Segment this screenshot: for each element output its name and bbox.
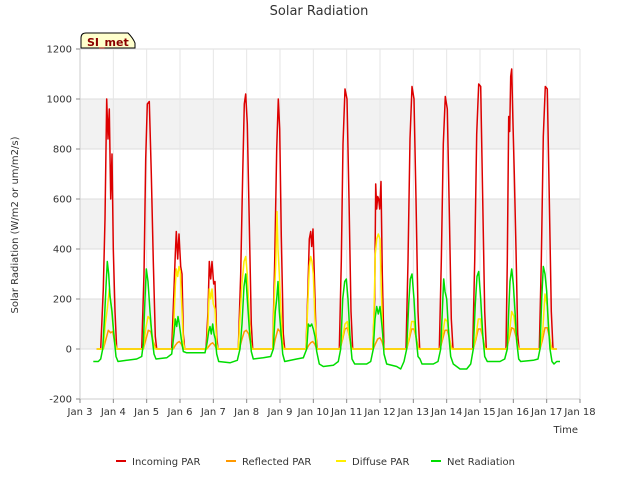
y-tick-label: 200 [53, 295, 72, 306]
y-axis-ticks: -200 0 200 400 600 800 1000 1200 [47, 45, 80, 406]
x-tick-label: Jan 10 [297, 407, 329, 418]
y-tick-label: -200 [49, 395, 72, 406]
legend-label: Net Radiation [447, 457, 515, 468]
x-tick-label: Jan 16 [497, 407, 529, 418]
x-axis-title: Time [553, 425, 578, 436]
y-tick-label: 1200 [47, 45, 72, 56]
chart-title: Solar Radiation [270, 4, 369, 19]
x-axis-ticks: Jan 3 Jan 4 Jan 5 Jan 6 Jan 7 Jan 8 Jan 9 Jan 1… [67, 399, 596, 418]
solar-radiation-chart: Solar Radiation Jan 3 Jan 4 Jan 5 Jan 6 Jan … [10, 4, 596, 468]
x-tick-label: Jan 6 [167, 407, 193, 418]
legend-label: Incoming PAR [132, 457, 201, 468]
x-tick-label: Jan 13 [397, 407, 429, 418]
y-axis-title: Solar Radiation (W/m2 or um/m2/s) [10, 136, 21, 313]
x-tick-label: Jan 11 [330, 407, 362, 418]
x-tick-label: Jan 15 [463, 407, 495, 418]
x-tick-label: Jan 7 [200, 407, 226, 418]
x-tick-label: Jan 5 [133, 407, 159, 418]
y-tick-label: 600 [53, 195, 72, 206]
y-tick-label: 0 [66, 345, 72, 356]
y-tick-label: 1000 [47, 95, 72, 106]
x-tick-label: Jan 4 [100, 407, 126, 418]
site-label-text: SI_met [87, 36, 129, 49]
y-tick-label: 400 [53, 245, 72, 256]
legend-label: Reflected PAR [242, 457, 311, 468]
plot-band [80, 199, 580, 249]
x-tick-label: Jan 9 [267, 407, 293, 418]
chart-root: Solar Radiation Jan 3 Jan 4 Jan 5 Jan 6 Jan … [0, 0, 640, 480]
x-tick-label: Jan 17 [530, 407, 562, 418]
legend: Incoming PAR Reflected PAR Diffuse PAR Net … [116, 457, 515, 468]
site-label-badge: SI_met [80, 32, 136, 49]
x-tick-label: Jan 14 [430, 407, 462, 418]
legend-label: Diffuse PAR [352, 457, 409, 468]
x-tick-label: Jan 12 [363, 407, 395, 418]
x-tick-label: Jan 8 [233, 407, 259, 418]
x-tick-label: Jan 18 [563, 407, 595, 418]
x-tick-label: Jan 3 [67, 407, 93, 418]
y-tick-label: 800 [53, 145, 72, 156]
plot-band [80, 99, 580, 149]
